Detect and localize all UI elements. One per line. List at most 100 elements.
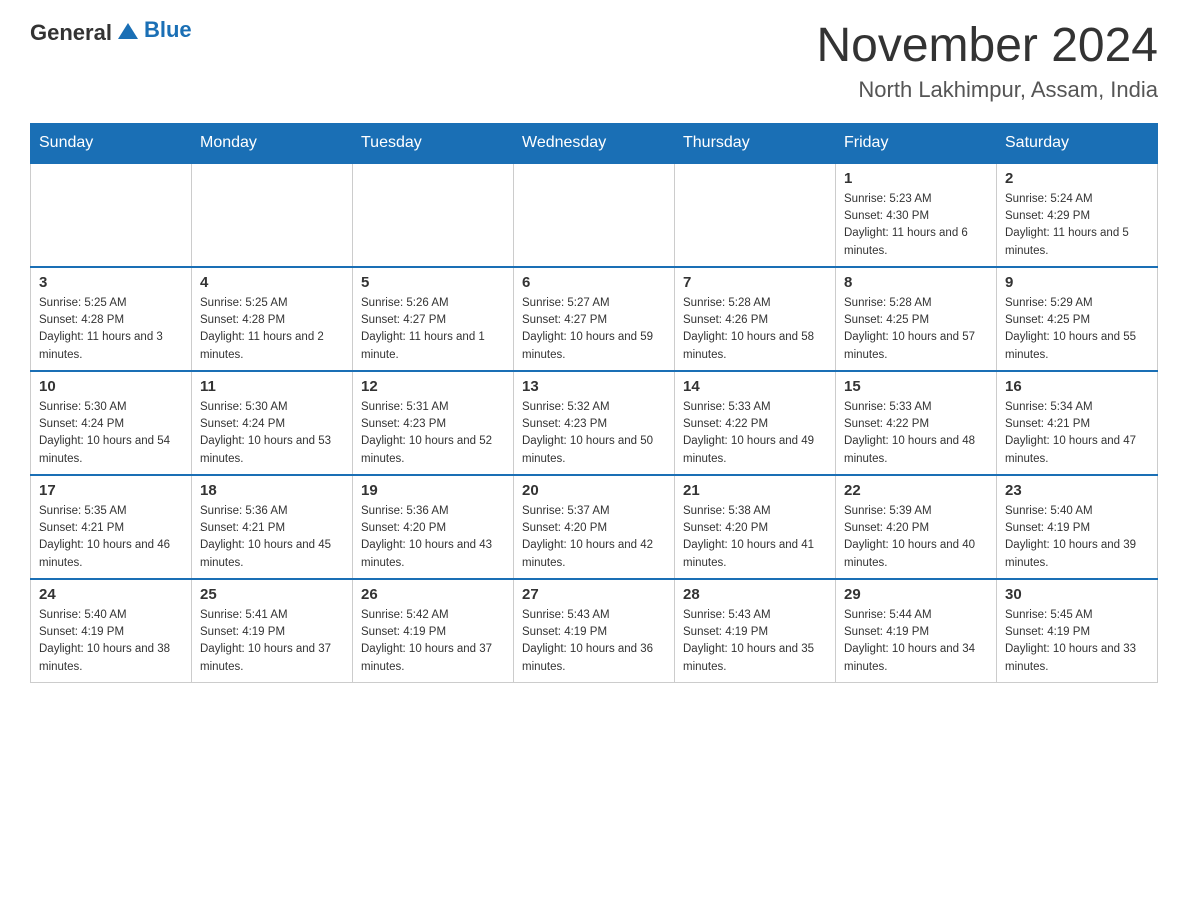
week-row-2: 3 Sunrise: 5:25 AMSunset: 4:28 PMDaylight… [31, 267, 1158, 371]
day-info: Sunrise: 5:30 AMSunset: 4:24 PMDaylight:… [39, 399, 183, 468]
day-number: 24 [39, 586, 183, 603]
week-row-3: 10 Sunrise: 5:30 AMSunset: 4:24 PMDayligh… [31, 371, 1158, 475]
day-info: Sunrise: 5:34 AMSunset: 4:21 PMDaylight:… [1005, 399, 1149, 468]
logo: General Blue [30, 20, 192, 46]
calendar-cell [675, 163, 836, 267]
day-info: Sunrise: 5:36 AMSunset: 4:20 PMDaylight:… [361, 503, 505, 572]
day-number: 20 [522, 482, 666, 499]
day-info: Sunrise: 5:45 AMSunset: 4:19 PMDaylight:… [1005, 607, 1149, 676]
day-number: 27 [522, 586, 666, 603]
calendar-cell: 29Sunrise: 5:44 AMSunset: 4:19 PMDayligh… [836, 579, 997, 683]
day-info: Sunrise: 5:24 AMSunset: 4:29 PMDaylight:… [1005, 191, 1149, 260]
day-number: 12 [361, 378, 505, 395]
day-number: 21 [683, 482, 827, 499]
calendar-cell [192, 163, 353, 267]
day-number: 15 [844, 378, 988, 395]
calendar-cell: 14 Sunrise: 5:33 AMSunset: 4:22 PMDayligh… [675, 371, 836, 475]
day-info: Sunrise: 5:28 AMSunset: 4:26 PMDaylight:… [683, 295, 827, 364]
calendar-cell: 5 Sunrise: 5:26 AMSunset: 4:27 PMDaylight… [353, 267, 514, 371]
day-number: 19 [361, 482, 505, 499]
calendar-cell: 12 Sunrise: 5:31 AMSunset: 4:23 PMDayligh… [353, 371, 514, 475]
calendar-cell: 17 Sunrise: 5:35 AMSunset: 4:21 PMDayligh… [31, 475, 192, 579]
day-info: Sunrise: 5:27 AMSunset: 4:27 PMDaylight:… [522, 295, 666, 364]
day-number: 1 [844, 170, 988, 187]
day-info: Sunrise: 5:36 AMSunset: 4:21 PMDaylight:… [200, 503, 344, 572]
calendar-cell: 21 Sunrise: 5:38 AMSunset: 4:20 PMDayligh… [675, 475, 836, 579]
day-number: 2 [1005, 170, 1149, 187]
title-block: November 2024 North Lakhimpur, Assam, In… [816, 20, 1158, 103]
day-info: Sunrise: 5:40 AMSunset: 4:19 PMDaylight:… [39, 607, 183, 676]
calendar-cell: 24 Sunrise: 5:40 AMSunset: 4:19 PMDayligh… [31, 579, 192, 683]
day-number: 13 [522, 378, 666, 395]
day-number: 30 [1005, 586, 1149, 603]
calendar-cell: 4 Sunrise: 5:25 AMSunset: 4:28 PMDaylight… [192, 267, 353, 371]
day-info: Sunrise: 5:41 AMSunset: 4:19 PMDaylight:… [200, 607, 344, 676]
calendar-cell: 18Sunrise: 5:36 AMSunset: 4:21 PMDayligh… [192, 475, 353, 579]
day-number: 17 [39, 482, 183, 499]
day-info: Sunrise: 5:26 AMSunset: 4:27 PMDaylight:… [361, 295, 505, 364]
day-info: Sunrise: 5:25 AMSunset: 4:28 PMDaylight:… [39, 295, 183, 364]
day-number: 9 [1005, 274, 1149, 291]
day-number: 14 [683, 378, 827, 395]
calendar-cell: 6Sunrise: 5:27 AMSunset: 4:27 PMDaylight… [514, 267, 675, 371]
column-header-tuesday: Tuesday [353, 123, 514, 163]
day-info: Sunrise: 5:43 AMSunset: 4:19 PMDaylight:… [683, 607, 827, 676]
column-header-wednesday: Wednesday [514, 123, 675, 163]
logo-triangle-icon [114, 15, 142, 43]
column-header-saturday: Saturday [997, 123, 1158, 163]
day-number: 26 [361, 586, 505, 603]
day-number: 28 [683, 586, 827, 603]
day-number: 3 [39, 274, 183, 291]
day-info: Sunrise: 5:39 AMSunset: 4:20 PMDaylight:… [844, 503, 988, 572]
week-row-5: 24 Sunrise: 5:40 AMSunset: 4:19 PMDayligh… [31, 579, 1158, 683]
calendar-cell: 11Sunrise: 5:30 AMSunset: 4:24 PMDayligh… [192, 371, 353, 475]
calendar-cell: 19 Sunrise: 5:36 AMSunset: 4:20 PMDayligh… [353, 475, 514, 579]
calendar-cell: 3 Sunrise: 5:25 AMSunset: 4:28 PMDaylight… [31, 267, 192, 371]
calendar-cell [514, 163, 675, 267]
day-info: Sunrise: 5:33 AMSunset: 4:22 PMDaylight:… [683, 399, 827, 468]
calendar-cell: 30 Sunrise: 5:45 AMSunset: 4:19 PMDayligh… [997, 579, 1158, 683]
day-info: Sunrise: 5:30 AMSunset: 4:24 PMDaylight:… [200, 399, 344, 468]
calendar-cell: 1 Sunrise: 5:23 AMSunset: 4:30 PMDaylight… [836, 163, 997, 267]
column-header-friday: Friday [836, 123, 997, 163]
calendar-table: SundayMondayTuesdayWednesdayThursdayFrid… [30, 123, 1158, 683]
calendar-cell: 9Sunrise: 5:29 AMSunset: 4:25 PMDaylight… [997, 267, 1158, 371]
calendar-cell: 25 Sunrise: 5:41 AMSunset: 4:19 PMDayligh… [192, 579, 353, 683]
day-number: 16 [1005, 378, 1149, 395]
column-header-sunday: Sunday [31, 123, 192, 163]
column-header-monday: Monday [192, 123, 353, 163]
calendar-cell: 27 Sunrise: 5:43 AMSunset: 4:19 PMDayligh… [514, 579, 675, 683]
calendar-cell: 7Sunrise: 5:28 AMSunset: 4:26 PMDaylight… [675, 267, 836, 371]
day-info: Sunrise: 5:31 AMSunset: 4:23 PMDaylight:… [361, 399, 505, 468]
day-number: 5 [361, 274, 505, 291]
day-info: Sunrise: 5:25 AMSunset: 4:28 PMDaylight:… [200, 295, 344, 364]
day-info: Sunrise: 5:43 AMSunset: 4:19 PMDaylight:… [522, 607, 666, 676]
calendar-cell: 10 Sunrise: 5:30 AMSunset: 4:24 PMDayligh… [31, 371, 192, 475]
calendar-cell: 15 Sunrise: 5:33 AMSunset: 4:22 PMDayligh… [836, 371, 997, 475]
calendar-cell: 22Sunrise: 5:39 AMSunset: 4:20 PMDayligh… [836, 475, 997, 579]
calendar-cell: 13 Sunrise: 5:32 AMSunset: 4:23 PMDayligh… [514, 371, 675, 475]
calendar-header-row: SundayMondayTuesdayWednesdayThursdayFrid… [31, 123, 1158, 163]
day-info: Sunrise: 5:40 AMSunset: 4:19 PMDaylight:… [1005, 503, 1149, 572]
week-row-1: 1 Sunrise: 5:23 AMSunset: 4:30 PMDaylight… [31, 163, 1158, 267]
day-info: Sunrise: 5:38 AMSunset: 4:20 PMDaylight:… [683, 503, 827, 572]
day-info: Sunrise: 5:35 AMSunset: 4:21 PMDaylight:… [39, 503, 183, 572]
day-number: 25 [200, 586, 344, 603]
column-header-thursday: Thursday [675, 123, 836, 163]
calendar-cell: 20Sunrise: 5:37 AMSunset: 4:20 PMDayligh… [514, 475, 675, 579]
day-info: Sunrise: 5:33 AMSunset: 4:22 PMDaylight:… [844, 399, 988, 468]
day-info: Sunrise: 5:32 AMSunset: 4:23 PMDaylight:… [522, 399, 666, 468]
calendar-cell: 23Sunrise: 5:40 AMSunset: 4:19 PMDayligh… [997, 475, 1158, 579]
page-header: General Blue November 2024 North Lakhimp… [30, 20, 1158, 103]
logo-text-general: General [30, 20, 112, 46]
day-number: 8 [844, 274, 988, 291]
calendar-cell: 16 Sunrise: 5:34 AMSunset: 4:21 PMDayligh… [997, 371, 1158, 475]
calendar-cell [31, 163, 192, 267]
day-number: 29 [844, 586, 988, 603]
day-info: Sunrise: 5:23 AMSunset: 4:30 PMDaylight:… [844, 191, 988, 260]
calendar-cell: 2 Sunrise: 5:24 AMSunset: 4:29 PMDaylight… [997, 163, 1158, 267]
day-info: Sunrise: 5:42 AMSunset: 4:19 PMDaylight:… [361, 607, 505, 676]
day-number: 10 [39, 378, 183, 395]
day-number: 4 [200, 274, 344, 291]
calendar-cell: 28 Sunrise: 5:43 AMSunset: 4:19 PMDayligh… [675, 579, 836, 683]
